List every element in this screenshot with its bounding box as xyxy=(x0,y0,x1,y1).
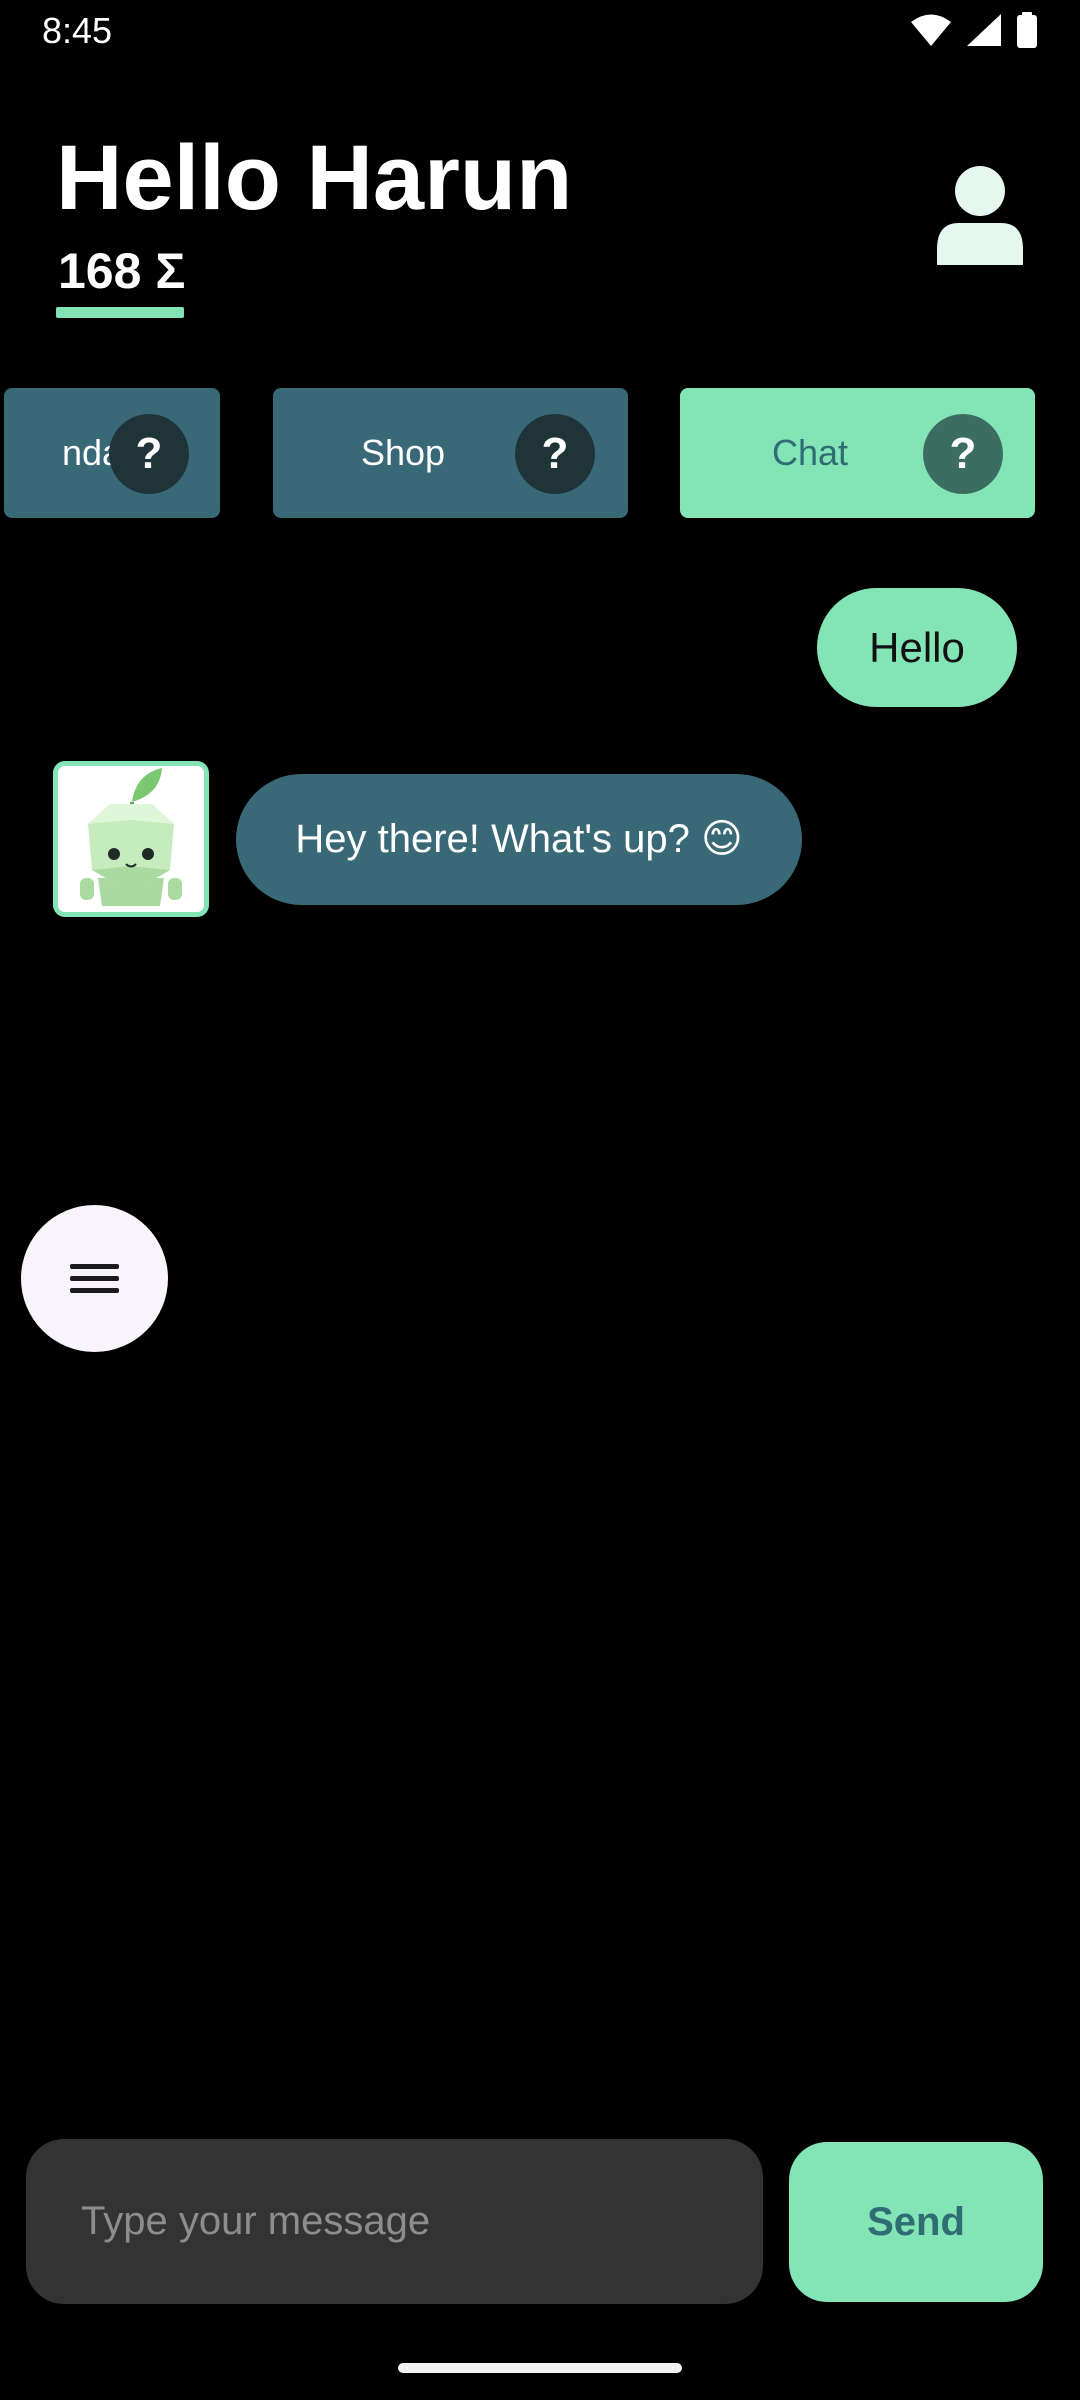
points-balance: 168 Σ xyxy=(58,243,186,299)
user-message-bubble: Hello xyxy=(817,588,1017,707)
battery-icon xyxy=(1016,12,1038,53)
tab-chat-help-button[interactable]: ? xyxy=(923,414,1003,494)
hamburger-menu-icon xyxy=(70,1264,119,1293)
tab-shop-label: Shop xyxy=(360,432,446,473)
cellular-signal-icon xyxy=(966,13,1002,52)
tab-shop[interactable]: Shop ? xyxy=(273,388,628,518)
status-icons xyxy=(910,12,1038,53)
tab-calendar-help-button[interactable]: ? xyxy=(109,414,189,494)
profile-button[interactable] xyxy=(935,165,1025,265)
message-input[interactable] xyxy=(26,2139,763,2304)
bot-message-bubble: Hey there! What's up? 😊 xyxy=(236,774,802,905)
tab-shop-help-button[interactable]: ? xyxy=(515,414,595,494)
home-indicator[interactable] xyxy=(398,2363,682,2373)
status-time: 8:45 xyxy=(42,10,113,51)
points-underline xyxy=(56,307,184,318)
wifi-icon xyxy=(910,13,952,52)
greeting-title: Hello Harun xyxy=(56,127,573,229)
bot-avatar xyxy=(53,761,209,917)
tab-chat[interactable]: Chat ? xyxy=(680,388,1035,518)
user-profile-icon xyxy=(937,166,1023,265)
menu-button[interactable] xyxy=(21,1205,168,1352)
robot-sprout-avatar-icon xyxy=(58,766,204,912)
tab-calendar[interactable]: ndar ? xyxy=(4,388,220,518)
send-button[interactable]: Send xyxy=(789,2142,1043,2302)
tab-chat-label: Chat xyxy=(771,432,849,473)
